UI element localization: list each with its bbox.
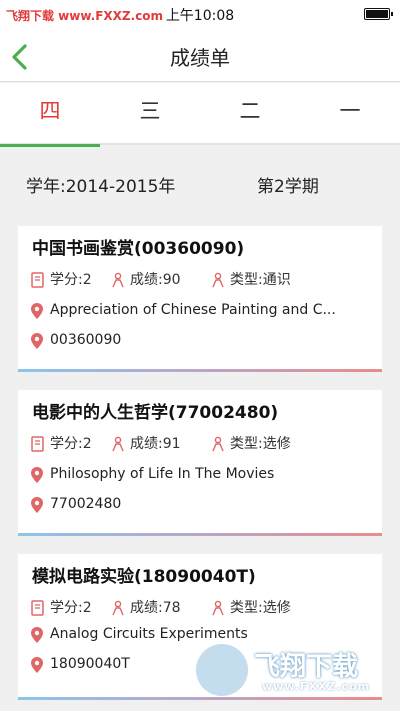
tab-1[interactable]: 一 — [300, 83, 400, 145]
person-icon — [112, 436, 124, 452]
battery-icon — [364, 8, 393, 20]
tab-4[interactable]: 四 — [0, 83, 100, 147]
course-card[interactable]: 电影中的人生哲学(77002480) 学分:2 成绩:91 类型:选修 Phil… — [18, 390, 382, 536]
credit-text: 学分:2 — [50, 436, 92, 452]
english-name-line: Philosophy of Life In The Movies — [30, 464, 374, 486]
watermark-url: www.FXXZ.com — [262, 680, 371, 693]
course-code: 77002480 — [50, 496, 122, 512]
location-pin-icon — [31, 657, 43, 673]
course-title: 模拟电路实验(18090040T) — [32, 567, 256, 587]
person-icon — [212, 436, 224, 452]
credit-text: 学分:2 — [50, 272, 92, 288]
person-icon — [112, 600, 124, 616]
nav-bar: 成绩单 — [0, 30, 400, 82]
english-name-line: Appreciation of Chinese Painting and C..… — [30, 300, 374, 322]
course-english-name: Philosophy of Life In The Movies — [50, 466, 275, 482]
score-text: 成绩:78 — [130, 600, 181, 616]
location-pin-icon — [31, 627, 43, 643]
book-icon — [31, 272, 44, 288]
academic-year: 学年:2014-2015年 — [26, 177, 176, 197]
course-meta: 学分:2 成绩:78 类型:选修 — [30, 598, 370, 618]
location-pin-icon — [31, 467, 43, 483]
location-pin-icon — [31, 333, 43, 349]
term-info: 学年:2014-2015年 第2学期 — [0, 160, 400, 206]
person-icon — [212, 600, 224, 616]
card-divider — [18, 369, 382, 372]
location-pin-icon — [31, 303, 43, 319]
status-bar: 飞翔下载 www.FXXZ.com 上午10:08 — [0, 0, 400, 30]
score-text: 成绩:91 — [130, 436, 181, 452]
site-watermark: 飞翔下载 www.FXXZ.com — [196, 640, 396, 700]
watermark-text: 飞翔下载 — [254, 652, 359, 682]
card-divider — [18, 533, 382, 536]
location-pin-icon — [31, 497, 43, 513]
type-text: 类型:通识 — [230, 272, 291, 288]
watermark-logo-icon — [196, 644, 248, 696]
person-icon — [212, 272, 224, 288]
semester: 第2学期 — [257, 177, 319, 197]
course-title: 电影中的人生哲学(77002480) — [32, 403, 279, 423]
person-icon — [112, 272, 124, 288]
score-text: 成绩:90 — [130, 272, 181, 288]
tab-3[interactable]: 三 — [100, 83, 200, 145]
course-card[interactable]: 中国书画鉴赏(00360090) 学分:2 成绩:90 类型:通识 Apprec… — [18, 226, 382, 372]
code-line: 77002480 — [30, 494, 374, 516]
course-code: 00360090 — [50, 332, 122, 348]
book-icon — [31, 436, 44, 452]
code-line: 00360090 — [30, 330, 374, 352]
course-meta: 学分:2 成绩:90 类型:通识 — [30, 270, 370, 290]
semester-tabs: 四 三 二 一 — [0, 83, 400, 147]
credit-text: 学分:2 — [50, 600, 92, 616]
tab-2[interactable]: 二 — [200, 83, 300, 145]
course-title: 中国书画鉴赏(00360090) — [32, 239, 245, 259]
status-time: 上午10:08 — [165, 8, 235, 24]
book-icon — [31, 600, 44, 616]
type-text: 类型:选修 — [230, 436, 291, 452]
course-meta: 学分:2 成绩:91 类型:选修 — [30, 434, 370, 454]
page-title: 成绩单 — [170, 46, 230, 70]
type-text: 类型:选修 — [230, 600, 291, 616]
course-english-name: Appreciation of Chinese Painting and C..… — [50, 302, 336, 318]
